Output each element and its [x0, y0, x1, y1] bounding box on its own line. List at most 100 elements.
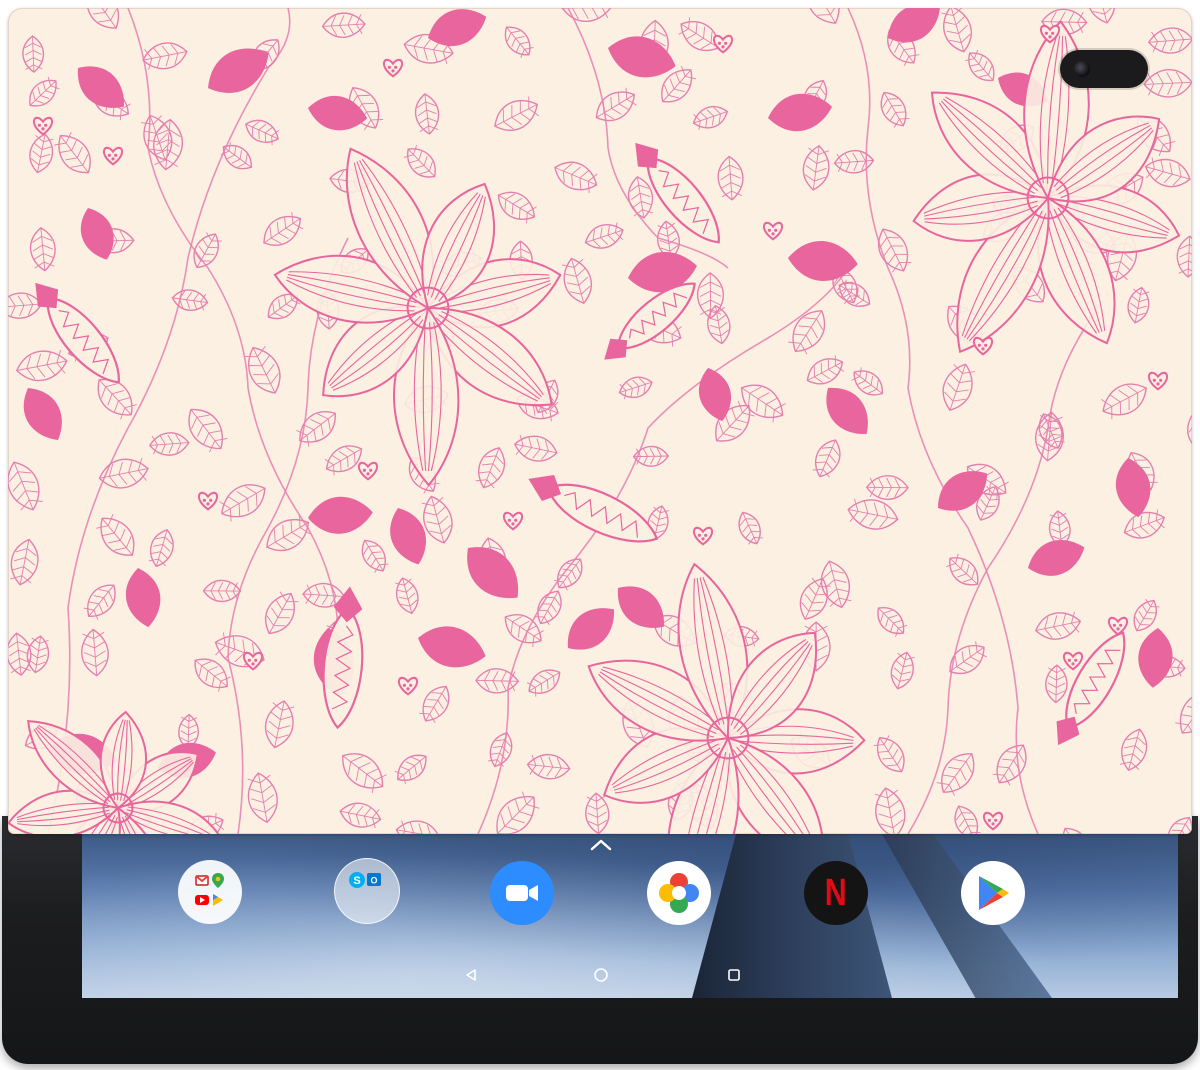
heart-doodle	[692, 526, 714, 546]
outline-leaf	[247, 772, 278, 824]
vine-stem	[907, 307, 1099, 834]
outline-leaf	[526, 753, 571, 780]
outline-leaf	[264, 591, 299, 635]
outline-leaf	[263, 212, 304, 246]
filled-leaf	[418, 626, 486, 668]
outline-leaf	[15, 350, 68, 382]
outline-leaf	[395, 820, 441, 834]
outline-leaf	[214, 632, 265, 668]
zoom-icon[interactable]	[490, 861, 554, 925]
camera-cutout	[1060, 50, 1148, 88]
back-icon[interactable]	[461, 965, 481, 985]
netflix-icon[interactable]: N	[804, 861, 868, 925]
outline-leaf	[29, 133, 54, 174]
floral-cover	[8, 8, 1192, 834]
outline-leaf	[202, 579, 242, 603]
outline-leaf	[554, 558, 583, 591]
heart-doodle	[197, 491, 219, 511]
filled-leaf	[617, 586, 664, 628]
outline-leaf	[526, 669, 561, 697]
outline-leaf	[148, 432, 190, 456]
outline-leaf	[847, 498, 899, 530]
outline-leaf	[504, 614, 544, 648]
filled-leaf	[23, 388, 62, 440]
outline-leaf	[26, 635, 50, 674]
floral-pattern	[8, 8, 1192, 834]
outline-leaf	[812, 439, 841, 478]
heart-doodle	[397, 676, 419, 696]
outline-leaf	[788, 310, 826, 355]
outline-leaf	[219, 484, 266, 522]
filled-leaf	[826, 387, 868, 434]
outline-leaf	[1147, 27, 1192, 54]
heart-doodle	[1062, 651, 1084, 671]
outline-leaf	[992, 744, 1027, 786]
outline-leaf	[98, 458, 149, 489]
heart-doodle	[972, 336, 994, 356]
outline-leaf	[22, 35, 45, 73]
filled-leaf	[308, 95, 368, 131]
filled-leaf	[698, 368, 731, 422]
outline-leaf	[497, 191, 537, 224]
outline-leaf	[584, 222, 624, 249]
outline-leaf	[96, 514, 135, 556]
chevron-up-icon[interactable]	[589, 838, 613, 852]
outline-leaf	[220, 141, 253, 170]
flower-bud	[35, 282, 120, 384]
filled-leaf	[308, 496, 373, 534]
flower-bud	[635, 142, 720, 244]
outline-leaf	[342, 753, 387, 794]
filled-leaf	[125, 568, 161, 628]
filled-leaf	[80, 208, 114, 260]
outline-leaf	[820, 560, 852, 609]
outline-leaf	[802, 144, 830, 191]
play-store-icon[interactable]	[961, 861, 1025, 925]
outline-leaf	[488, 732, 513, 768]
google-apps-folder-icon[interactable]	[178, 860, 242, 924]
outline-leaf	[874, 787, 906, 834]
skype-outlook-folder-icon[interactable]: S O	[334, 858, 400, 924]
outline-leaf	[83, 584, 116, 620]
outline-leaf	[740, 384, 786, 423]
outline-leaf	[296, 411, 336, 447]
svg-text:O: O	[370, 876, 377, 886]
outline-leaf	[141, 114, 173, 161]
outline-leaf	[1144, 157, 1191, 188]
outline-leaf	[941, 8, 972, 53]
outline-leaf	[54, 132, 91, 174]
outline-leaf	[595, 87, 637, 122]
outline-leaf	[10, 538, 39, 586]
outline-leaf	[414, 93, 440, 135]
photos-icon[interactable]	[647, 861, 711, 925]
outline-leaf	[1062, 827, 1093, 834]
outline-leaf	[1123, 509, 1166, 539]
outline-leaf	[877, 607, 908, 637]
filled-leaf	[567, 608, 614, 650]
outline-leaf	[965, 49, 995, 81]
filled-leaf	[788, 241, 858, 281]
recents-icon[interactable]	[724, 965, 744, 985]
heart-doodle	[712, 34, 734, 54]
outline-leaf	[554, 161, 598, 194]
outline-leaf	[395, 577, 419, 615]
outline-leaf	[692, 106, 729, 131]
home-icon[interactable]	[591, 965, 611, 985]
heart-doodle	[102, 146, 124, 166]
outline-leaf	[245, 119, 280, 146]
heart-doodle	[357, 461, 379, 481]
outline-leaf	[738, 511, 763, 545]
heart-doodle	[32, 116, 54, 136]
filled-leaf	[1115, 458, 1151, 518]
filled-leaf	[1138, 628, 1173, 688]
filled-leaf	[467, 547, 519, 599]
outline-leaf	[8, 632, 32, 676]
outline-leaf	[880, 91, 910, 128]
outline-leaf	[1085, 8, 1116, 24]
outline-leaf	[266, 514, 311, 552]
outline-leaf	[494, 96, 540, 131]
outline-leaf	[30, 226, 56, 272]
outline-leaf	[562, 257, 592, 304]
heart-doodle	[982, 811, 1004, 831]
outline-leaf	[1034, 611, 1082, 640]
outline-leaf	[954, 805, 981, 834]
